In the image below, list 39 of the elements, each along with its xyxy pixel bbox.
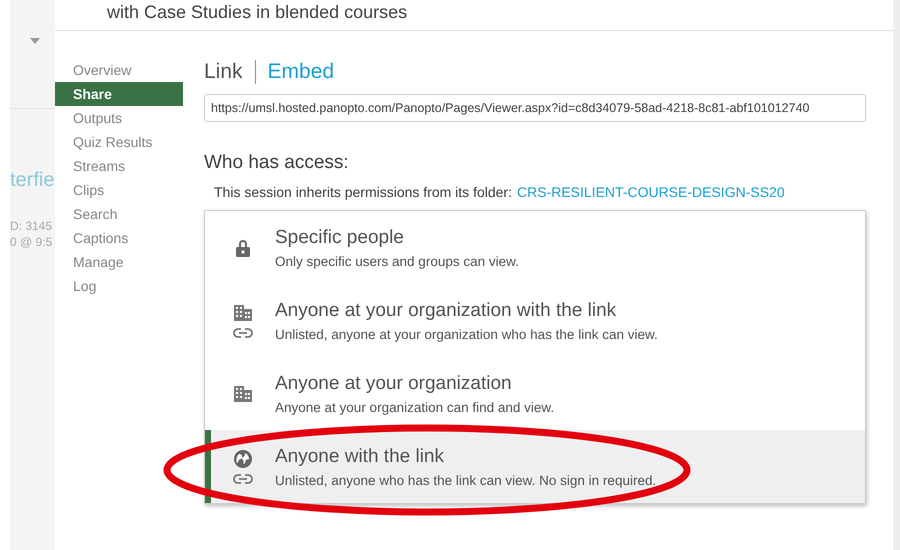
background-text: 0 @ 9:5 [10,234,54,250]
access-option[interactable]: Anyone at your organization with the link Unlisted, anyone at your organization who has the link can view. [205,284,865,357]
background-text: terfie [10,168,54,192]
option-title: Specific people [275,226,405,248]
nav-item[interactable]: Captions [55,226,183,250]
nav-item[interactable]: Manage [55,250,183,274]
access-heading: Who has access: [204,152,350,174]
option-description: Unlisted, anyone who has the link can view. No sign in required. [275,472,656,488]
option-description: Anyone at your organization can find and view. [275,400,554,414]
nav-item[interactable]: Log [55,274,183,298]
nav-item[interactable]: Clips [55,178,183,202]
dropdown-caret-icon[interactable] [30,38,40,44]
nav-item[interactable]: Streams [55,154,183,178]
access-option[interactable]: Anyone at your organization Anyone at your organization can find and view. [205,357,865,430]
link-icon [233,328,253,338]
option-title: Anyone at your organization [275,372,513,394]
nav-item[interactable]: Quiz Results [55,130,183,154]
building-icon [233,384,253,402]
nav-item[interactable]: Search [55,202,183,226]
option-title: Anyone at your organization with the link [275,300,618,322]
option-description: Unlisted, anyone at your organization who has the link can view. [275,326,658,342]
globe-icon [234,450,252,468]
tab[interactable]: Embed [268,60,334,84]
folder-link[interactable]: CRS-RESILIENT-COURSE-DESIGN-SS20 [517,184,785,200]
dialog-title: with Case Studies in blended courses [107,2,408,22]
nav-item[interactable]: Outputs [55,106,183,130]
nav-item[interactable]: Overview [55,58,183,82]
inherit-text: This session inherits permissions from its folder: [214,184,512,200]
access-option[interactable]: Anyone with the link Unlisted, anyone who has the link can view. No sign in required. [205,430,865,503]
background-text: D: 3145 [10,218,54,234]
url-field[interactable]: https://umsl.hosted.panopto.com/Panopto/Pages/Viewer.aspx?id=c8d34079-58ad-4218-8c81-abf101012740 [204,94,866,122]
option-title: Anyone with the link [275,446,445,468]
nav-item[interactable]: Share [55,82,183,106]
lock-icon [236,238,250,256]
tab[interactable]: Link [204,60,243,84]
access-option[interactable]: Specific people Only specific users and groups can view. [205,211,865,284]
option-description: Only specific users and groups can view. [275,254,519,268]
building-icon [233,304,253,322]
link-icon [233,474,253,484]
